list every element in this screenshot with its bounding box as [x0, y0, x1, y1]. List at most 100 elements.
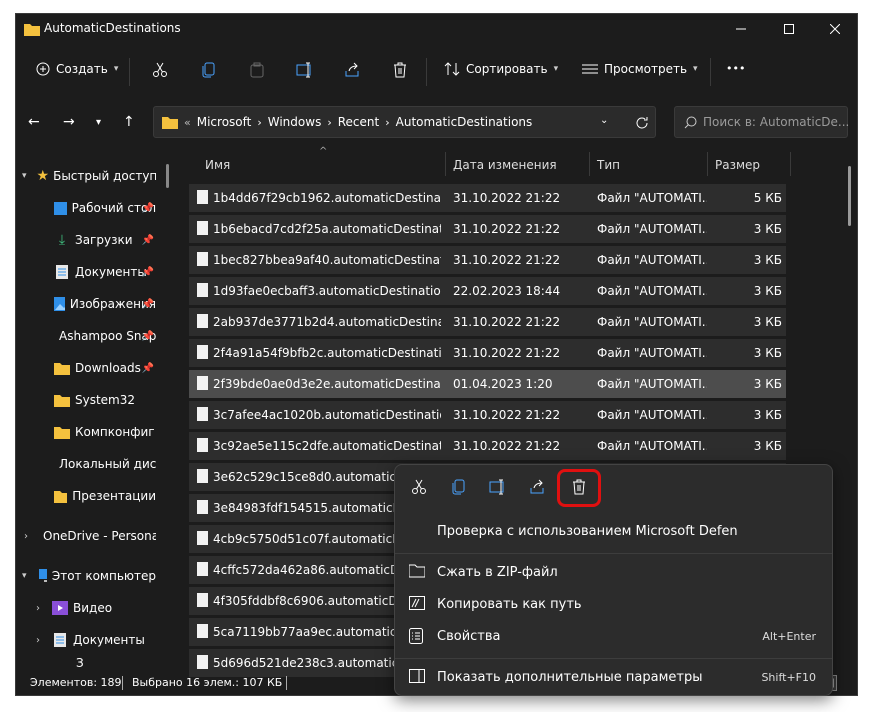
sidebar-item-downloads-folder[interactable]: Downloads 📌	[16, 356, 156, 380]
menu-rename-button[interactable]	[489, 479, 507, 499]
file-size: 3 КБ	[753, 284, 782, 298]
file-list-scrollbar[interactable]	[848, 166, 851, 226]
computer-icon	[38, 569, 47, 582]
table-row[interactable]: 2f4a91a54f9bfb2c.automaticDestinations..…	[189, 339, 786, 367]
more-button[interactable]: •••	[726, 62, 745, 75]
column-divider[interactable]	[790, 152, 791, 176]
sidebar-item-documents[interactable]: Документы 📌	[16, 260, 156, 284]
table-row[interactable]: 2ab937de3771b2d4.automaticDestination...…	[189, 308, 786, 336]
file-icon	[197, 593, 208, 607]
address-bar[interactable]: « Microsoft › Windows › Recent › Automat…	[153, 106, 656, 138]
column-divider[interactable]	[707, 152, 708, 176]
table-row[interactable]: 3c92ae5e115c2dfe.automaticDestination...…	[189, 432, 786, 460]
column-divider[interactable]	[445, 152, 446, 176]
address-dropdown-icon[interactable]: ⌄	[600, 115, 608, 126]
delete-button[interactable]	[392, 62, 408, 78]
sidebar-item-downloads-pc[interactable]: З	[16, 656, 156, 670]
file-type: Файл "AUTOMATI...	[597, 253, 707, 267]
menu-separator	[395, 658, 832, 659]
sidebar-item-quick-access[interactable]: ▾ ★ Быстрый доступ	[16, 164, 156, 188]
pin-icon: 📌	[141, 234, 154, 246]
menu-share-button[interactable]	[529, 479, 545, 499]
copy-icon	[202, 62, 215, 78]
rename-button[interactable]	[296, 62, 314, 78]
sidebar-item-label: З	[76, 656, 84, 670]
menu-item-shortcut: Alt+Enter	[762, 630, 816, 643]
sidebar-item-presentations[interactable]: Презентации	[16, 484, 156, 508]
rename-icon	[489, 479, 504, 495]
download-icon: ⤓	[58, 232, 66, 248]
sidebar-item-label: Видео	[73, 601, 113, 615]
column-type[interactable]: Тип	[597, 158, 620, 172]
maximize-button[interactable]	[766, 14, 812, 44]
minimize-button[interactable]	[718, 14, 764, 44]
crumb-microsoft[interactable]: Microsoft	[197, 115, 252, 129]
sidebar-item-ashampoo[interactable]: Ashampoo Snap 📌	[16, 324, 156, 348]
copy-button[interactable]	[201, 62, 217, 78]
column-size[interactable]: Размер	[715, 158, 760, 172]
sidebar-item-video[interactable]: › Видео	[16, 596, 156, 620]
table-row[interactable]: 3c7afee4ac1020b.automaticDestinations-..…	[189, 401, 786, 429]
context-menu: Проверка с использованием Microsoft Defe…	[394, 464, 833, 696]
up-button[interactable]: ↑	[123, 114, 135, 130]
sidebar-item-this-pc[interactable]: ▾ Этот компьютер	[16, 564, 156, 588]
toolbar-divider	[129, 58, 130, 86]
close-button[interactable]	[812, 14, 857, 44]
recent-locations-button[interactable]: ▾	[96, 117, 101, 128]
chevron-right-icon: ›	[327, 115, 332, 129]
menu-item-label: Копировать как путь	[437, 597, 582, 612]
file-size: 3 КБ	[753, 408, 782, 422]
create-button[interactable]: Создать ▾	[36, 62, 118, 76]
crumb-windows[interactable]: Windows	[268, 115, 322, 129]
cut-button[interactable]	[152, 62, 168, 78]
menu-item-defender-scan[interactable]: Проверка с использованием Microsoft Defe…	[395, 517, 832, 547]
file-size: 3 КБ	[753, 439, 782, 453]
more-icon: •••	[726, 62, 746, 75]
selection-info: Выбрано 16 элем.: 107 КБ	[132, 676, 283, 689]
refresh-icon[interactable]	[635, 116, 649, 130]
menu-item-copy-as-path[interactable]: Копировать как путь	[395, 590, 832, 620]
trash-icon	[394, 62, 406, 78]
search-box[interactable]: Поиск в: AutomaticDe...	[674, 106, 849, 138]
menu-item-properties[interactable]: Свойства Alt+Enter	[395, 622, 832, 652]
chevron-right-icon: ›	[257, 115, 262, 129]
column-name[interactable]: Имя	[205, 158, 230, 172]
table-row[interactable]: 1b6ebacd7cd2f25a.automaticDestination...…	[189, 215, 786, 243]
overflow-chevron-icon[interactable]: «	[184, 116, 191, 129]
column-date[interactable]: Дата изменения	[453, 158, 557, 172]
share-button[interactable]	[344, 62, 360, 78]
file-name: 1d93fae0ecbaff3.automaticDestinations-..…	[213, 284, 441, 298]
table-row[interactable]: 1b4dd67f29cb1962.automaticDestination...…	[189, 184, 786, 212]
menu-cut-button[interactable]	[411, 479, 427, 499]
crumb-automaticdestinations[interactable]: AutomaticDestinations	[396, 115, 533, 129]
file-date: 31.10.2022 21:22	[453, 222, 561, 236]
sidebar-item-documents-pc[interactable]: › Документы	[16, 628, 156, 652]
sidebar-item-kompkonfig[interactable]: Компконфиг	[16, 420, 156, 444]
menu-item-compress-zip[interactable]: Сжать в ZIP-файл	[395, 558, 832, 588]
pin-icon: 📌	[141, 266, 154, 278]
sidebar-item-desktop[interactable]: Рабочий стол 📌	[16, 196, 156, 220]
table-row[interactable]: 1bec827bbea9af40.automaticDestination...…	[189, 246, 786, 274]
menu-item-show-more-options[interactable]: Показать дополнительные параметры Shift+…	[395, 663, 832, 693]
sort-button[interactable]: Сортировать ▾	[444, 62, 558, 76]
table-row-focused[interactable]: 2f39bde0ae0d3e2e.automaticDestination...…	[189, 370, 786, 398]
sidebar-item-local-disk[interactable]: Локальный диск	[16, 452, 156, 476]
chevron-down-icon: ▾	[113, 64, 119, 74]
sidebar-item-pictures[interactable]: Изображения 📌	[16, 292, 156, 316]
navigation-bar: ← → ▾ ↑ « Microsoft › Windows › Recent ›…	[16, 106, 857, 142]
sort-icon	[444, 62, 460, 76]
sidebar-scrollbar[interactable]	[166, 164, 169, 188]
table-row[interactable]: 1d93fae0ecbaff3.automaticDestinations-..…	[189, 277, 786, 305]
back-button[interactable]: ←	[28, 114, 40, 130]
search-icon	[684, 116, 697, 129]
menu-copy-button[interactable]	[451, 479, 467, 499]
file-icon	[197, 469, 208, 483]
sidebar-item-system32[interactable]: System32	[16, 388, 156, 412]
paste-button[interactable]	[249, 62, 265, 78]
column-divider[interactable]	[589, 152, 590, 176]
view-button[interactable]: Просмотреть ▾	[582, 62, 698, 76]
sidebar-item-downloads[interactable]: ⤓ Загрузки 📌	[16, 228, 156, 252]
sidebar-item-onedrive[interactable]: › OneDrive - Personal	[16, 524, 156, 548]
forward-button[interactable]: →	[63, 114, 75, 130]
crumb-recent[interactable]: Recent	[338, 115, 379, 129]
